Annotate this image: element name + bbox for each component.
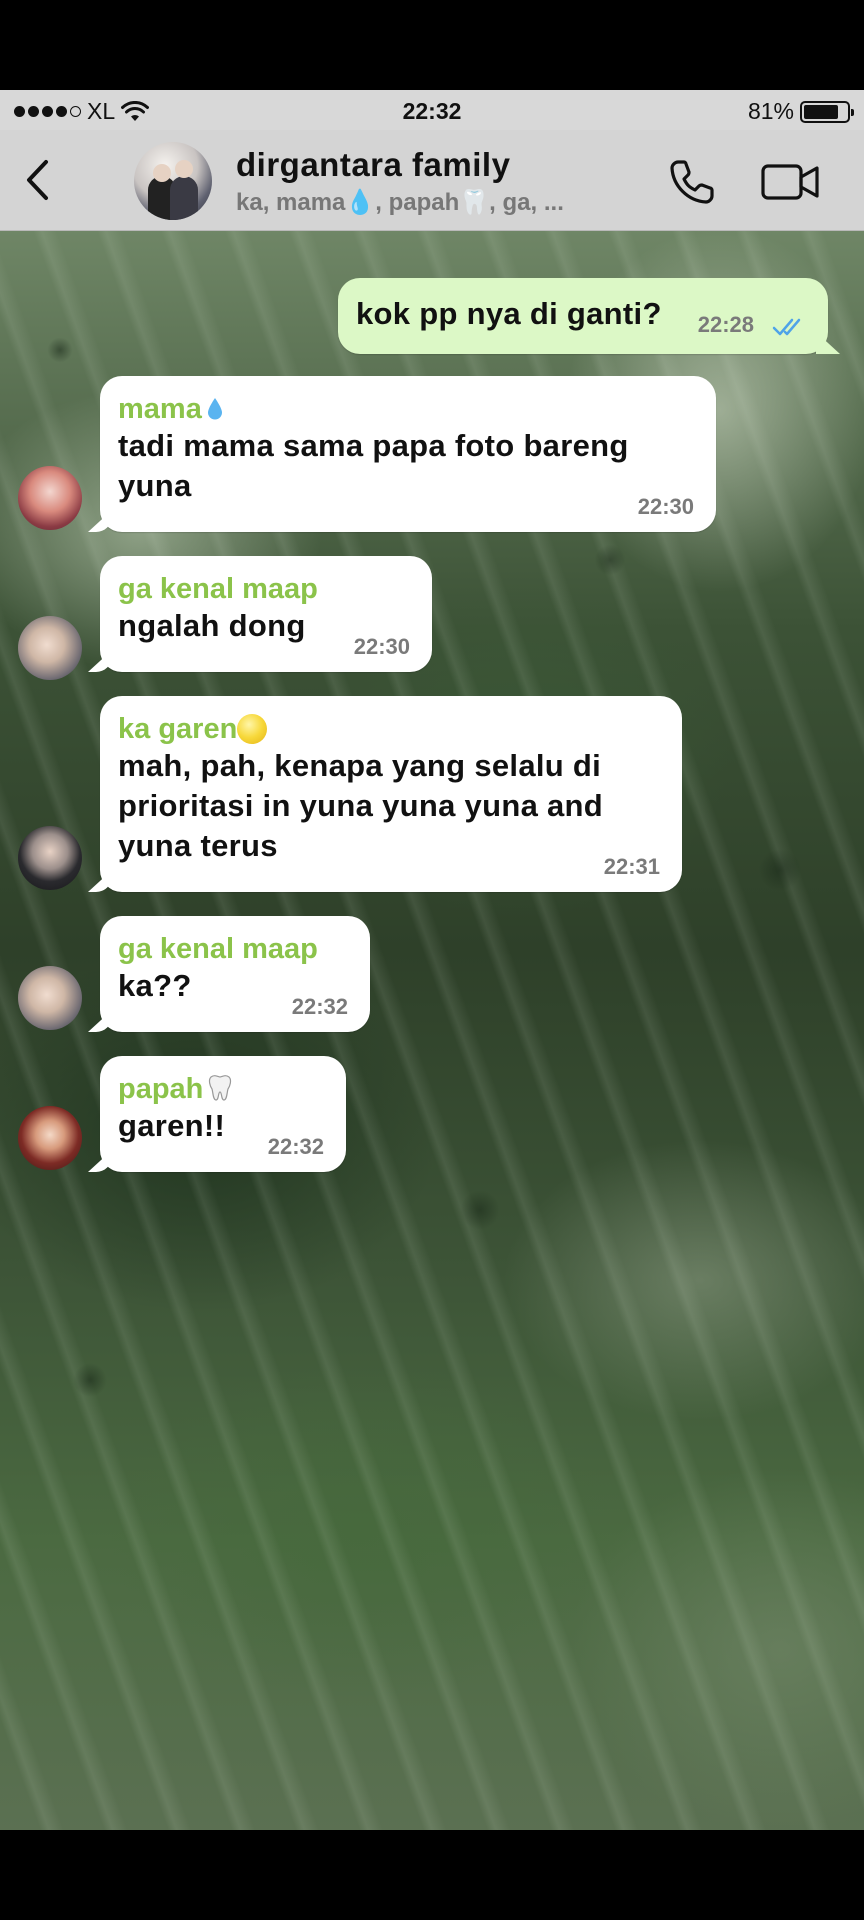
voice-call-button[interactable] (664, 154, 720, 210)
message-text: tadi mama sama papa foto bareng (118, 428, 629, 463)
message-text: prioritasi in yuna yuna yuna and (118, 788, 604, 823)
phone-icon (670, 160, 714, 204)
video-call-button[interactable] (760, 156, 822, 208)
battery-percent: 81% (747, 98, 794, 124)
battery-icon (800, 100, 854, 123)
chat-title: dirgantara family (236, 146, 511, 183)
message-text: mah, pah, kenapa yang selalu di (118, 748, 602, 783)
read-receipt-icon (772, 318, 801, 336)
sender-name: mama (118, 392, 698, 426)
chat-header: dirgantara family ka, mama💧, papah🦷, ga,… (0, 130, 864, 231)
incoming-message[interactable]: ka garen mah, pah, kenapa yang selalu di… (100, 696, 682, 892)
video-camera-icon (761, 164, 819, 200)
sender-avatar-ga[interactable] (18, 966, 82, 1030)
message-time: 22:32 (291, 994, 348, 1019)
droplet-icon (207, 398, 222, 420)
chat-title-block[interactable]: dirgantara family ka, mama💧, papah🦷, ga,… (236, 146, 564, 217)
message-time: 22:31 (603, 854, 660, 879)
sender-avatar-ga[interactable] (18, 616, 82, 680)
sender-avatar-ka[interactable] (18, 826, 82, 890)
yellow-circle-icon (237, 714, 268, 744)
status-bar: XL 22:32 81% (0, 90, 864, 130)
sender-name: ga kenal maap (118, 573, 318, 605)
back-chevron-icon (27, 160, 48, 200)
incoming-message[interactable]: mama tadi mama sama papa foto bareng yun… (100, 376, 716, 532)
tooth-icon (209, 1075, 232, 1101)
incoming-message[interactable]: ga kenal maap ngalah dong 22:30 (100, 556, 432, 672)
message-time: 22:32 (267, 1134, 324, 1159)
sender-name: ka garen (118, 712, 664, 746)
sender-name: papah (118, 1072, 328, 1106)
group-avatar[interactable] (134, 142, 212, 220)
sender-avatar-papah[interactable] (18, 1106, 82, 1170)
incoming-message[interactable]: papah garen!! 22:32 (100, 1056, 346, 1172)
message-text: yuna (118, 468, 192, 503)
sender-avatar-mama[interactable] (18, 466, 82, 530)
status-time: 22:32 (402, 98, 462, 124)
sender-name: ga kenal maap (118, 933, 318, 965)
message-time: 22:30 (353, 634, 410, 659)
incoming-message[interactable]: ga kenal maap ka?? 22:32 (100, 916, 370, 1032)
chat-members: ka, mama💧, papah🦷, ga, ... (236, 189, 564, 216)
chat-screen: XL 22:32 81% dirgantara family ka, mama💧… (0, 90, 864, 1830)
message-time: 22:30 (637, 494, 694, 519)
message-time: 22:28 (697, 312, 754, 337)
message-text: yuna terus (118, 828, 278, 863)
outgoing-message[interactable]: kok pp nya di ganti? 22:28 (338, 278, 828, 354)
back-button[interactable] (14, 152, 60, 208)
